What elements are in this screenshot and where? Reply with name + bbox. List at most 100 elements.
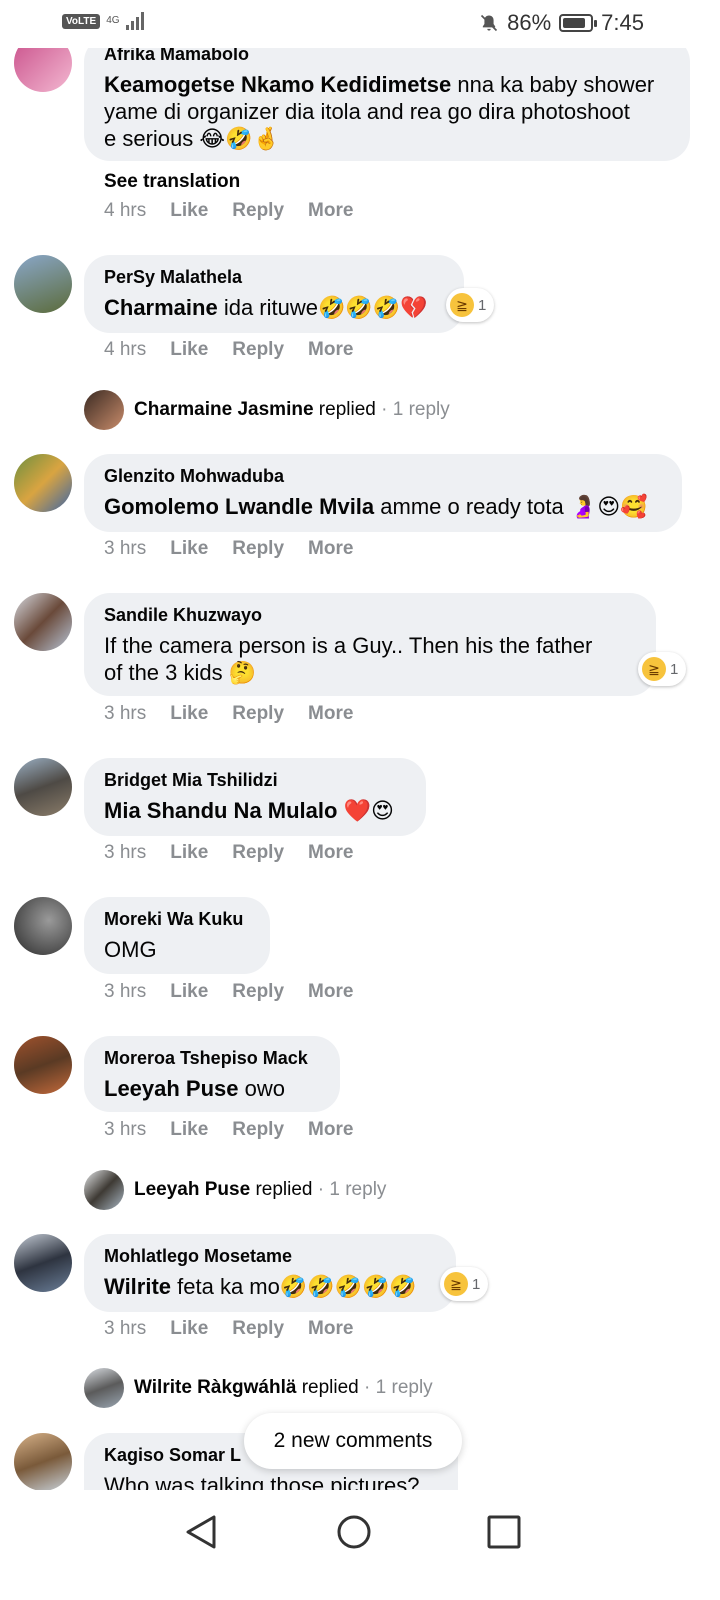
haha-reaction-icon: ≧ (444, 1272, 468, 1296)
comment-author[interactable]: Bridget Mia Tshilidzi (104, 770, 406, 791)
more-button[interactable]: More (308, 1318, 353, 1340)
comment-author[interactable]: Sandile Khuzwayo (104, 605, 636, 626)
comment-text: Charmaine ida rituwe🤣🤣🤣💔 (104, 295, 428, 320)
more-button[interactable]: More (308, 981, 353, 1003)
replies-link[interactable]: Leeyah Puse replied · 1 reply (84, 1170, 386, 1210)
comment-bubble: Mohlatlego Mosetame Wilrite feta ka mo🤣🤣… (84, 1234, 456, 1312)
comment-bubble: Glenzito Mohwaduba Gomolemo Lwandle Mvil… (84, 454, 682, 532)
comment-bubble: Moreki Wa Kuku OMG (84, 897, 270, 974)
avatar[interactable] (14, 758, 72, 816)
reply-avatar (84, 1170, 124, 1210)
comment-author[interactable]: Moreroa Tshepiso Mack (104, 1048, 320, 1069)
like-button[interactable]: Like (170, 200, 208, 222)
reply-button[interactable]: Reply (232, 1318, 284, 1340)
like-button[interactable]: Like (170, 538, 208, 560)
more-button[interactable]: More (308, 1119, 353, 1141)
reaction-badge[interactable]: ≧ 1 (638, 652, 687, 686)
avatar[interactable] (14, 454, 72, 512)
comment-bubble: PerSy Malathela Charmaine ida rituwe🤣🤣🤣💔 (84, 255, 464, 333)
comment-text: If the camera person is a Guy.. Then his… (104, 633, 593, 685)
replies-link[interactable]: Wilrite Ràkgwáhlä replied · 1 reply (84, 1368, 433, 1408)
avatar[interactable] (14, 1433, 72, 1490)
comment-actions: 3 hrs Like Reply More (104, 1318, 377, 1340)
comment-time: 4 hrs (104, 200, 147, 221)
tagged-user[interactable]: Keamogetse Nkamo Kedidimetse (104, 72, 451, 97)
comment-bubble: Afrika Mamabolo Keamogetse Nkamo Kedidim… (84, 36, 690, 161)
reaction-count: 1 (670, 660, 679, 678)
tagged-user[interactable]: Gomolemo Lwandle Mvila (104, 494, 374, 519)
comment-author[interactable]: Glenzito Mohwaduba (104, 466, 662, 487)
tagged-user[interactable]: Charmaine (104, 295, 218, 320)
like-button[interactable]: Like (170, 339, 208, 361)
comment-bubble: Sandile Khuzwayo If the camera person is… (84, 593, 656, 696)
like-button[interactable]: Like (170, 981, 208, 1003)
reply-button[interactable]: Reply (232, 981, 284, 1003)
avatar[interactable] (14, 897, 72, 955)
haha-reaction-icon: ≧ (642, 657, 666, 681)
comment-bubble: Moreroa Tshepiso Mack Leeyah Puse owo (84, 1036, 340, 1112)
comment-time: 4 hrs (104, 339, 147, 360)
reply-button[interactable]: Reply (232, 339, 284, 361)
reply-count: · 1 reply (358, 1377, 433, 1398)
status-left: VoLTE 4G (62, 12, 144, 30)
comment-text: Who was talking those pictures? (104, 1473, 420, 1490)
reply-button[interactable]: Reply (232, 200, 284, 222)
like-button[interactable]: Like (170, 1119, 208, 1141)
more-button[interactable]: More (308, 703, 353, 725)
recents-icon[interactable] (484, 1512, 524, 1552)
comment-text: Gomolemo Lwandle Mvila amme o ready tota… (104, 494, 648, 519)
status-right: 86% 7:45 (479, 10, 644, 36)
status-bar: VoLTE 4G 86% 7:45 (0, 0, 720, 48)
comment-bubble: Bridget Mia Tshilidzi Mia Shandu Na Mula… (84, 758, 426, 836)
tagged-user[interactable]: Leeyah Puse (104, 1076, 239, 1101)
comment-text: Wilrite feta ka mo🤣🤣🤣🤣🤣 (104, 1274, 417, 1299)
reply-button[interactable]: Reply (232, 842, 284, 864)
like-button[interactable]: Like (170, 1318, 208, 1340)
comment-actions: 4 hrs Like Reply More (104, 339, 377, 361)
avatar[interactable] (14, 1036, 72, 1094)
volte-badge: VoLTE (62, 13, 101, 29)
more-button[interactable]: More (308, 842, 353, 864)
reaction-count: 1 (478, 296, 487, 314)
comment-text: Leeyah Puse owo (104, 1076, 285, 1101)
back-icon[interactable] (182, 1512, 222, 1552)
haha-reaction-icon: ≧ (450, 293, 474, 317)
more-button[interactable]: More (308, 339, 353, 361)
comment-author[interactable]: Mohlatlego Mosetame (104, 1246, 436, 1267)
more-button[interactable]: More (308, 538, 353, 560)
comment-text: OMG (104, 937, 157, 962)
reply-avatar (84, 390, 124, 430)
comment-time: 3 hrs (104, 538, 147, 559)
comment-actions: 3 hrs Like Reply More (104, 1119, 377, 1141)
tagged-user[interactable]: Wilrite (104, 1274, 171, 1299)
replies-link[interactable]: Charmaine Jasmine replied · 1 reply (84, 390, 450, 430)
reply-button[interactable]: Reply (232, 1119, 284, 1141)
comment-text: Keamogetse Nkamo Kedidimetse nna ka baby… (104, 72, 655, 151)
reaction-badge[interactable]: ≧ 1 (440, 1267, 489, 1301)
reaction-count: 1 (472, 1275, 481, 1293)
reply-button[interactable]: Reply (232, 703, 284, 725)
comment-time: 3 hrs (104, 703, 147, 724)
reaction-badge[interactable]: ≧ 1 (446, 288, 495, 322)
avatar[interactable] (14, 1234, 72, 1292)
home-icon[interactable] (334, 1512, 374, 1552)
see-translation-link[interactable]: See translation (104, 171, 240, 193)
comment-time: 3 hrs (104, 981, 147, 1002)
reply-avatar (84, 1368, 124, 1408)
new-comments-button[interactable]: 2 new comments (244, 1413, 462, 1469)
comment-actions: 3 hrs Like Reply More (104, 703, 377, 725)
comment-author[interactable]: Moreki Wa Kuku (104, 909, 250, 930)
tagged-user[interactable]: Mia Shandu Na Mulalo (104, 798, 337, 823)
avatar[interactable] (14, 593, 72, 651)
like-button[interactable]: Like (170, 703, 208, 725)
avatar[interactable] (14, 255, 72, 313)
comment-actions: 3 hrs Like Reply More (104, 538, 377, 560)
reply-button[interactable]: Reply (232, 538, 284, 560)
more-button[interactable]: More (308, 200, 353, 222)
comment-text: Mia Shandu Na Mulalo ❤️😍 (104, 798, 394, 823)
comment-time: 3 hrs (104, 842, 147, 863)
comment-feed[interactable]: Afrika Mamabolo Keamogetse Nkamo Kedidim… (0, 0, 720, 1490)
reply-author: Charmaine Jasmine (134, 399, 314, 420)
comment-author[interactable]: PerSy Malathela (104, 267, 444, 288)
like-button[interactable]: Like (170, 842, 208, 864)
